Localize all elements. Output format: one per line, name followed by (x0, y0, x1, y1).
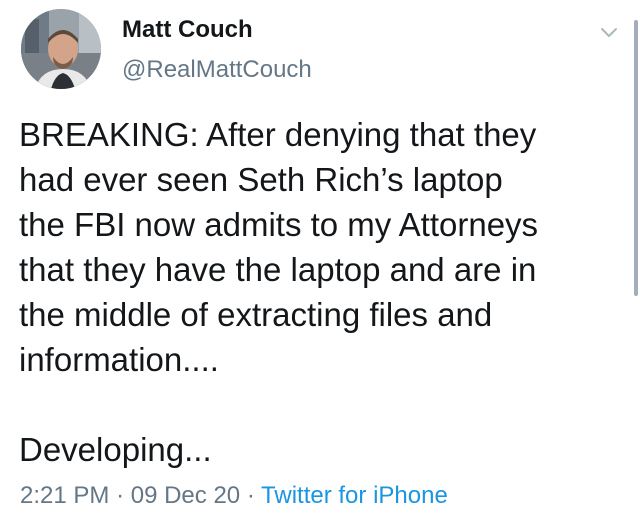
tweet-metadata: 2:21 PM · 09 Dec 20 · Twitter for iPhone (20, 479, 448, 513)
tweet-text-line: information.... (19, 341, 219, 378)
avatar[interactable] (21, 9, 101, 89)
tweet-text-line: the FBI now admits to my Attorneys (19, 206, 539, 243)
user-handle[interactable]: @RealMattCouch (122, 55, 312, 85)
tweet-date[interactable]: 09 Dec 20 (131, 482, 240, 509)
meta-separator: · (246, 482, 255, 509)
tweet-text-line: had ever seen Seth Rich’s laptop (19, 161, 503, 198)
tweet-source-link[interactable]: Twitter for iPhone (261, 482, 448, 509)
tweet-closing-line: Developing... (19, 431, 212, 468)
chevron-down-icon[interactable] (597, 20, 621, 44)
tweet-text: BREAKING: After denying that they had ev… (19, 112, 619, 472)
avatar-photo (21, 9, 101, 89)
display-name[interactable]: Matt Couch (122, 15, 253, 45)
paragraph-break (19, 382, 619, 427)
tweet-text-line: the middle of extracting files and (19, 296, 493, 333)
tweet-text-line: that they have the laptop and are in (19, 251, 537, 288)
scrollbar[interactable] (634, 20, 638, 296)
meta-separator: · (116, 482, 125, 509)
tweet-text-line: BREAKING: After denying that they (19, 116, 537, 153)
tweet-card: Matt Couch @RealMattCouch BREAKING: Afte… (0, 0, 640, 519)
tweet-time[interactable]: 2:21 PM (20, 482, 109, 509)
